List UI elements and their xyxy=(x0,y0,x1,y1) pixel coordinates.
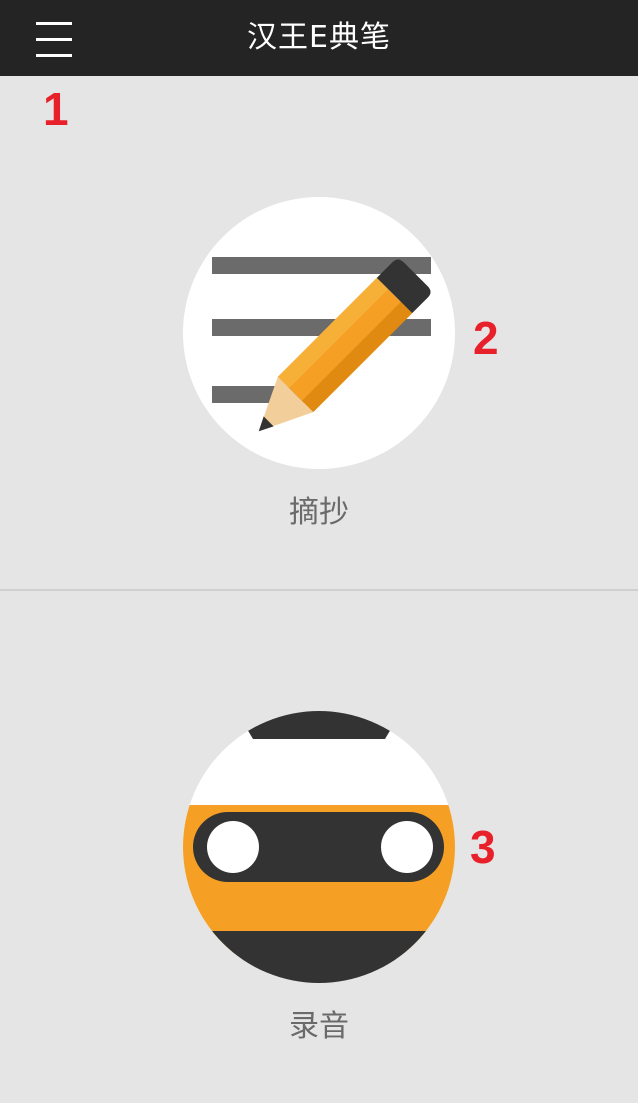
excerpt-button[interactable] xyxy=(181,195,457,471)
cassette-tape-icon xyxy=(183,711,455,983)
app-title: 汉王E典笔 xyxy=(247,20,391,55)
menu-button[interactable] xyxy=(30,14,78,62)
pencil-notes-icon xyxy=(183,197,455,469)
hamburger-menu-icon xyxy=(36,22,72,57)
excerpt-label: 摘抄 xyxy=(289,495,349,530)
top-bar: 汉王E典笔 xyxy=(0,0,638,76)
record-label: 录音 xyxy=(289,1009,349,1044)
record-button[interactable] xyxy=(181,709,457,985)
